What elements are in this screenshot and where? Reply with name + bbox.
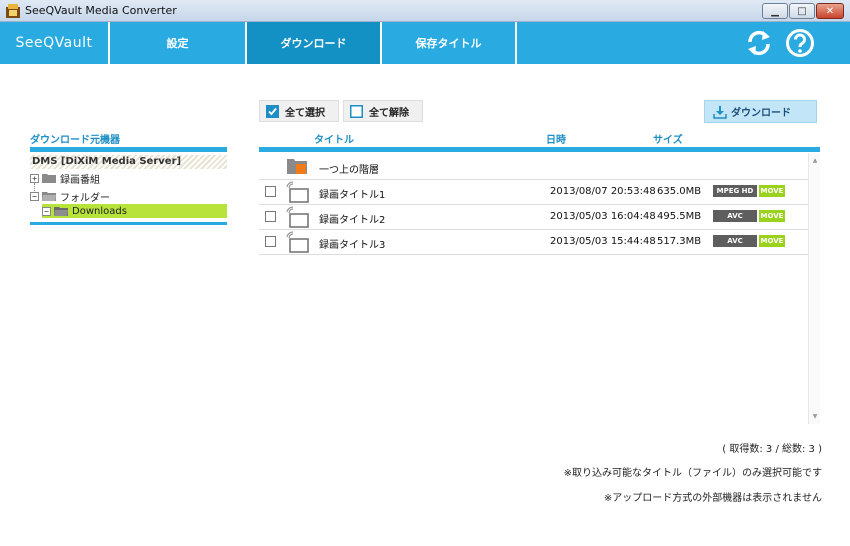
close-icon: ✕ <box>825 5 835 17</box>
tree-label: フォルダー <box>60 192 110 204</box>
tab-settings[interactable]: 設定 <box>108 22 245 64</box>
select-all-label: 全て選択 <box>285 107 325 119</box>
deselect-all-label: 全て解除 <box>369 107 409 119</box>
tv-recording-icon <box>286 206 309 228</box>
row-title: 録画タイトル3 <box>319 240 386 251</box>
row-size: 635.0MB <box>657 186 702 197</box>
folder-open-icon <box>42 192 56 201</box>
source-panel-title: ダウンロード元機器 <box>30 135 120 146</box>
row-date: 2013/08/07 20:53:48 <box>550 186 656 197</box>
table-scrollbar[interactable]: ▲ ▼ <box>808 153 820 424</box>
row-date: 2013/05/03 15:44:48 <box>550 236 656 247</box>
minimize-button[interactable]: ▁ <box>762 3 788 19</box>
checkbox-unchecked-icon <box>350 104 363 118</box>
window-title: SeeQVault Media Converter <box>25 4 177 17</box>
move-badge: MOVE <box>759 185 785 197</box>
tab-download[interactable]: ダウンロード <box>245 22 380 64</box>
codec-badge: AVC <box>713 210 757 222</box>
table-row[interactable]: 録画タイトル1 2013/08/07 20:53:48 635.0MB MPEG… <box>259 180 808 205</box>
select-all-button[interactable]: 全て選択 <box>259 100 339 122</box>
source-panel-top-bar <box>30 147 227 152</box>
move-badge: MOVE <box>759 210 785 222</box>
column-header-title[interactable]: タイトル <box>314 131 354 146</box>
parent-folder-label: 一つ上の階層 <box>319 165 379 176</box>
folder-open-icon <box>54 207 68 216</box>
parent-folder-row[interactable]: 一つ上の階層 <box>259 153 808 180</box>
expand-icon[interactable]: + <box>30 173 39 183</box>
row-checkbox[interactable] <box>265 211 276 222</box>
table-header-bar <box>259 147 820 152</box>
deselect-all-button[interactable]: 全て解除 <box>343 100 423 122</box>
refresh-icon[interactable] <box>744 28 774 58</box>
maximize-button[interactable]: □ <box>789 3 815 19</box>
download-button[interactable]: ダウンロード <box>704 100 817 123</box>
row-size: 517.3MB <box>657 236 702 247</box>
download-icon <box>713 105 727 119</box>
note-selectable: ※取り込み可能なタイトル（ファイル）のみ選択可能です <box>563 468 822 479</box>
brand-logo: SeeQVault <box>15 35 93 51</box>
column-header-size[interactable]: サイズ <box>653 131 683 146</box>
tree-item-recordings[interactable]: + 録画番組 <box>30 171 100 186</box>
row-title: 録画タイトル2 <box>319 215 386 226</box>
maximize-icon: □ <box>797 5 807 17</box>
collapse-icon[interactable]: − <box>30 191 39 201</box>
server-label: DMS [DiXiM Media Server] <box>32 156 182 167</box>
note-upload-devices: ※アップロード方式の外部機器は表示されません <box>603 493 822 504</box>
row-size: 495.5MB <box>657 211 702 222</box>
row-checkbox[interactable] <box>265 236 276 247</box>
app-icon <box>6 4 20 18</box>
scroll-up-icon[interactable]: ▲ <box>809 157 821 164</box>
server-name[interactable]: DMS [DiXiM Media Server] <box>30 155 227 169</box>
app-navbar: SeeQVault 設定 ダウンロード 保存タイトル <box>0 22 850 64</box>
folder-icon <box>42 174 56 183</box>
codec-badge: MPEG HD <box>713 185 757 197</box>
row-title: 録画タイトル1 <box>319 190 386 201</box>
collapse-icon[interactable]: − <box>42 206 51 216</box>
tree-label: 録画番組 <box>60 174 100 186</box>
column-header-date[interactable]: 日時 <box>546 131 566 146</box>
checkbox-checked-icon <box>266 104 279 118</box>
tree-item-downloads[interactable]: − Downloads <box>42 204 227 218</box>
row-checkbox[interactable] <box>265 186 276 197</box>
download-label: ダウンロード <box>731 108 791 119</box>
help-icon[interactable] <box>785 28 815 58</box>
table-row[interactable]: 録画タイトル2 2013/05/03 16:04:48 495.5MB AVC … <box>259 205 808 230</box>
item-count: ( 取得数: 3 / 総数: 3 ) <box>722 444 822 455</box>
scroll-down-icon[interactable]: ▼ <box>809 413 821 420</box>
tv-recording-icon <box>286 231 309 253</box>
row-date: 2013/05/03 16:04:48 <box>550 211 656 222</box>
close-button[interactable]: ✕ <box>816 3 844 19</box>
move-badge: MOVE <box>759 235 785 247</box>
codec-badge: AVC <box>713 235 757 247</box>
tree-item-folder[interactable]: − フォルダー <box>30 189 110 204</box>
tree-label: Downloads <box>72 205 127 217</box>
tv-recording-icon <box>286 181 309 203</box>
source-panel-bottom-bar <box>30 222 227 225</box>
folder-up-icon <box>287 159 307 174</box>
minimize-icon: ▁ <box>771 5 779 17</box>
nav-divider <box>515 22 517 64</box>
window-titlebar: SeeQVault Media Converter ▁ □ ✕ <box>0 0 850 22</box>
tab-saved-titles[interactable]: 保存タイトル <box>380 22 515 64</box>
table-row[interactable]: 録画タイトル3 2013/05/03 15:44:48 517.3MB AVC … <box>259 230 808 255</box>
